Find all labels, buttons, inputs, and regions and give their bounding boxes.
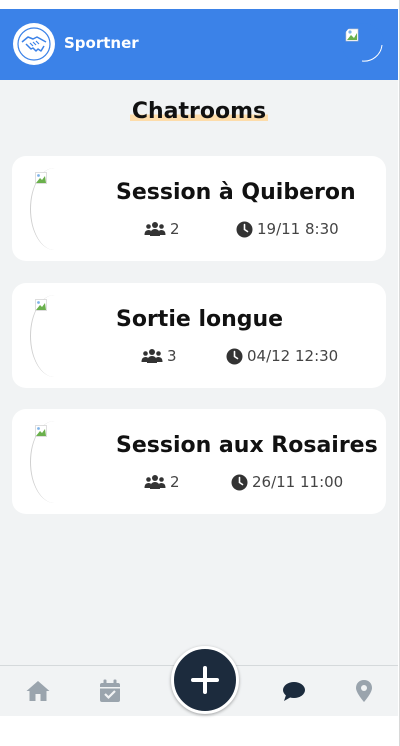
handshake-icon: [17, 27, 51, 61]
home-icon[interactable]: [25, 678, 51, 704]
chatroom-image: [30, 295, 79, 377]
clock-icon: [231, 474, 248, 490]
datetime-value: 26/11 11:00: [252, 473, 344, 491]
session-datetime: 04/12 12:30: [226, 347, 338, 365]
chatroom-card[interactable]: Session à Quiberon 2 19/11 8:30: [12, 156, 386, 261]
app-header: Sportner: [0, 9, 398, 80]
chatroom-card[interactable]: Sortie longue 3 04/12 12:30: [12, 283, 386, 388]
session-datetime: 19/11 8:30: [236, 220, 339, 238]
page-title: Chatrooms: [0, 99, 398, 124]
participants-count: 2: [144, 220, 180, 238]
plus-icon: [191, 666, 219, 694]
chat-icon[interactable]: [281, 678, 307, 704]
app-logo[interactable]: [13, 23, 55, 65]
page-title-text: Chatrooms: [129, 99, 269, 124]
datetime-value: 19/11 8:30: [257, 220, 339, 238]
chatroom-image: [30, 421, 79, 503]
participants-value: 3: [167, 347, 177, 365]
users-icon: [144, 475, 166, 489]
broken-image-icon: [35, 425, 47, 437]
broken-image-icon: [35, 172, 47, 184]
session-datetime: 26/11 11:00: [231, 473, 343, 491]
users-icon: [141, 349, 163, 363]
participants-count: 3: [141, 347, 177, 365]
app-name: Sportner: [64, 34, 139, 52]
calendar-check-icon[interactable]: [97, 678, 123, 704]
users-icon: [144, 222, 166, 236]
app-screen: Sportner Chatrooms Session à Quiberon 2 …: [0, 9, 398, 716]
broken-image-icon: [35, 299, 47, 311]
clock-icon: [236, 221, 253, 237]
map-marker-icon[interactable]: [351, 678, 377, 704]
broken-image-icon: [345, 23, 383, 62]
clock-icon: [226, 348, 243, 364]
add-chatroom-button[interactable]: [171, 646, 239, 714]
chatroom-title: Session aux Rosaires: [116, 433, 378, 458]
participants-value: 2: [170, 473, 180, 491]
chatroom-title: Session à Quiberon: [116, 180, 356, 205]
participants-count: 2: [144, 473, 180, 491]
user-avatar[interactable]: [342, 23, 384, 65]
datetime-value: 04/12 12:30: [247, 347, 339, 365]
chatroom-card[interactable]: Session aux Rosaires 2 26/11 11:00: [12, 409, 386, 514]
chatroom-image: [30, 168, 79, 250]
chatroom-title: Sortie longue: [116, 307, 284, 332]
participants-value: 2: [170, 220, 180, 238]
